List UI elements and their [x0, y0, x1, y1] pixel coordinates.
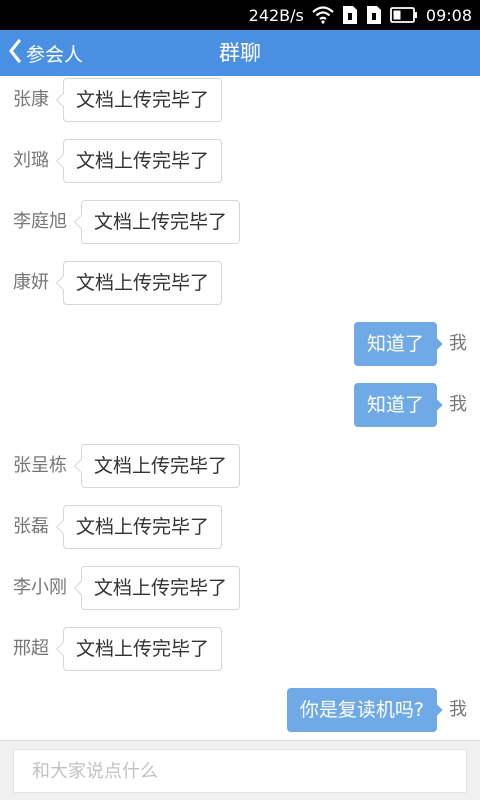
message-bubble[interactable]: 文档上传完毕了: [81, 566, 241, 610]
outgoing-message: 我知道了: [0, 322, 480, 366]
chevron-left-icon: [8, 39, 22, 67]
incoming-message: 邢超 文档上传完毕了: [0, 627, 480, 671]
message-bubble[interactable]: 你是复读机吗?: [286, 688, 437, 732]
back-label: 参会人: [26, 43, 84, 66]
incoming-message: 李小刚 文档上传完毕了: [0, 566, 480, 610]
message-sender: 张呈栋: [13, 455, 67, 476]
incoming-message: 李庭旭 文档上传完毕了: [0, 200, 480, 244]
wifi-icon: [312, 6, 334, 24]
message-list[interactable]: 张康 文档上传完毕了 刘璐 文档上传完毕了 李庭旭 文档上传完毕了 康妍 文档上传完毕了我知道…: [0, 76, 480, 740]
message-sender: 张康: [13, 89, 49, 110]
outgoing-message: 我你是复读机吗?: [0, 688, 480, 732]
app-header: 参会人 群聊: [0, 30, 480, 76]
message-bubble[interactable]: 文档上传完毕了: [81, 200, 241, 244]
message-bubble[interactable]: 文档上传完毕了: [63, 627, 223, 671]
message-sender: 张磊: [13, 516, 49, 537]
sim-card-icon: [366, 5, 382, 25]
message-input[interactable]: [13, 749, 467, 793]
message-bubble[interactable]: 知道了: [353, 383, 437, 427]
message-bubble[interactable]: 文档上传完毕了: [63, 261, 223, 305]
message-bubble[interactable]: 文档上传完毕了: [63, 78, 223, 122]
message-sender: 我: [449, 394, 467, 415]
sim-card-icon: [342, 5, 358, 25]
message-bubble[interactable]: 文档上传完毕了: [63, 139, 223, 183]
message-sender: 康妍: [13, 272, 49, 293]
message-sender: 我: [449, 333, 467, 354]
status-time: 09:08: [425, 5, 472, 25]
message-bubble[interactable]: 文档上传完毕了: [81, 444, 241, 488]
message-sender: 李庭旭: [13, 211, 67, 232]
back-button[interactable]: 参会人: [8, 30, 83, 76]
network-speed: 242B/s: [248, 5, 304, 25]
outgoing-message: 我知道了: [0, 383, 480, 427]
battery-icon: [389, 7, 418, 23]
message-bubble[interactable]: 知道了: [353, 322, 437, 366]
composer-bar: [0, 740, 480, 800]
incoming-message: 刘璐 文档上传完毕了: [0, 139, 480, 183]
status-bar: 242B/s 09:08: [0, 0, 480, 30]
message-sender: 邢超: [13, 638, 49, 659]
incoming-message: 张呈栋 文档上传完毕了: [0, 444, 480, 488]
incoming-message: 张康 文档上传完毕了: [0, 78, 480, 122]
message-sender: 李小刚: [13, 577, 67, 598]
incoming-message: 康妍 文档上传完毕了: [0, 261, 480, 305]
message-sender: 我: [449, 699, 467, 720]
message-sender: 刘璐: [13, 150, 49, 171]
message-bubble[interactable]: 文档上传完毕了: [63, 505, 223, 549]
incoming-message: 张磊 文档上传完毕了: [0, 505, 480, 549]
